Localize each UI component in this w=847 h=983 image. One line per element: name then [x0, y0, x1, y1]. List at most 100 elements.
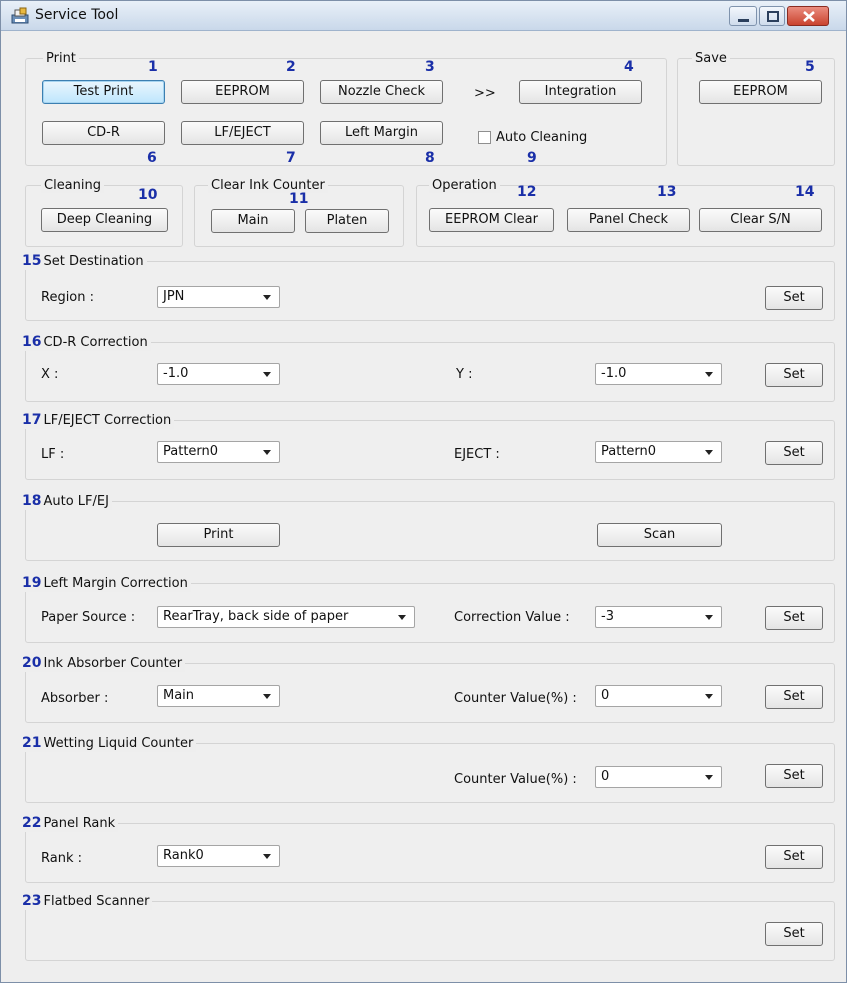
panel-check-button[interactable]: Panel Check [567, 208, 690, 232]
section-title-text: Ink Absorber Counter [43, 656, 183, 671]
set-destination-set-button[interactable]: Set [765, 286, 823, 310]
section-title-text: Wetting Liquid Counter [43, 736, 194, 751]
chevron-down-icon [263, 694, 271, 699]
arrow-label: >> [474, 86, 496, 101]
eeprom-print-button[interactable]: EEPROM [181, 80, 304, 104]
left-margin-correction-set-button[interactable]: Set [765, 606, 823, 630]
maximize-icon [767, 11, 779, 22]
cd-r-button[interactable]: CD-R [42, 121, 165, 145]
number-label: 6 [147, 150, 157, 166]
print-group [25, 58, 667, 166]
auto-lf-ej-print-button[interactable]: Print [157, 523, 280, 547]
wetting-counter-value-label: Counter Value(%) : [454, 772, 577, 787]
lf-eject-correction-title: 17 LF/EJECT Correction [19, 412, 175, 429]
section-title-text: CD-R Correction [43, 335, 148, 350]
panel-rank-title: 22 Panel Rank [19, 815, 119, 832]
cdr-x-label: X : [41, 367, 59, 382]
set-destination-title: 15 Set Destination [19, 253, 147, 270]
auto-lf-ej-scan-button[interactable]: Scan [597, 523, 722, 547]
lf-select-value: Pattern0 [163, 444, 219, 459]
rank-select[interactable]: Rank0 [157, 845, 280, 867]
integration-button[interactable]: Integration [519, 80, 642, 104]
deep-cleaning-button[interactable]: Deep Cleaning [41, 208, 168, 232]
clear-sn-button[interactable]: Clear S/N [699, 208, 822, 232]
lf-label: LF : [41, 447, 65, 462]
ink-absorber-set-button[interactable]: Set [765, 685, 823, 709]
paper-source-select-value: RearTray, back side of paper [163, 609, 349, 624]
set-destination-group [25, 261, 835, 321]
section-number: 23 [22, 893, 42, 909]
clear-ink-main-button[interactable]: Main [211, 209, 295, 233]
minimize-icon [738, 19, 749, 22]
number-label: 3 [425, 59, 435, 75]
section-title-text: Panel Rank [43, 816, 116, 831]
number-label: 4 [624, 59, 634, 75]
section-number: 19 [22, 575, 42, 591]
maximize-button[interactable] [759, 6, 785, 26]
section-number: 18 [22, 493, 42, 509]
title-bar: Service Tool [1, 1, 846, 31]
cdr-correction-set-button[interactable]: Set [765, 363, 823, 387]
number-label: 12 [517, 184, 537, 200]
section-number: 16 [22, 334, 42, 350]
flatbed-scanner-set-button[interactable]: Set [765, 922, 823, 946]
lf-eject-button[interactable]: LF/EJECT [181, 121, 304, 145]
number-label: 8 [425, 150, 435, 166]
test-print-button[interactable]: Test Print [42, 80, 165, 104]
absorber-select[interactable]: Main [157, 685, 280, 707]
absorber-label: Absorber : [41, 691, 109, 706]
operation-group-title: Operation [429, 178, 500, 193]
absorber-counter-value-label: Counter Value(%) : [454, 691, 577, 706]
nozzle-check-button[interactable]: Nozzle Check [320, 80, 443, 104]
auto-cleaning-label: Auto Cleaning [496, 130, 588, 145]
close-icon [803, 11, 815, 22]
absorber-counter-value-select-value: 0 [601, 688, 610, 703]
service-tool-window: Service Tool Print 1 2 3 4 Test Print EE… [0, 0, 847, 983]
auto-lf-ej-title: 18 Auto LF/EJ [19, 493, 112, 510]
chevron-down-icon [705, 615, 713, 620]
lf-eject-correction-set-button[interactable]: Set [765, 441, 823, 465]
absorber-counter-value-select[interactable]: 0 [595, 685, 722, 707]
eeprom-clear-button[interactable]: EEPROM Clear [429, 208, 554, 232]
chevron-down-icon [398, 615, 406, 620]
cdr-y-select[interactable]: -1.0 [595, 363, 722, 385]
number-label: 11 [289, 191, 309, 207]
number-label: 10 [138, 187, 158, 203]
save-eeprom-button[interactable]: EEPROM [699, 80, 822, 104]
number-label: 2 [286, 59, 296, 75]
cleaning-group-title: Cleaning [41, 178, 104, 193]
section-title-text: Auto LF/EJ [43, 494, 109, 509]
section-number: 20 [22, 655, 42, 671]
chevron-down-icon [705, 450, 713, 455]
region-select-value: JPN [163, 289, 185, 304]
region-select[interactable]: JPN [157, 286, 280, 308]
correction-value-select[interactable]: -3 [595, 606, 722, 628]
wetting-counter-value-select[interactable]: 0 [595, 766, 722, 788]
minimize-button[interactable] [729, 6, 757, 26]
auto-cleaning-checkbox[interactable] [478, 131, 491, 144]
eject-select-value: Pattern0 [601, 444, 657, 459]
panel-rank-group [25, 823, 835, 883]
eject-select[interactable]: Pattern0 [595, 441, 722, 463]
chevron-down-icon [263, 450, 271, 455]
number-label: 13 [657, 184, 677, 200]
panel-rank-set-button[interactable]: Set [765, 845, 823, 869]
clear-ink-platen-button[interactable]: Platen [305, 209, 389, 233]
cdr-x-select[interactable]: -1.0 [157, 363, 280, 385]
wetting-liquid-set-button[interactable]: Set [765, 764, 823, 788]
chevron-down-icon [705, 694, 713, 699]
close-button[interactable] [787, 6, 829, 26]
left-margin-button[interactable]: Left Margin [320, 121, 443, 145]
number-label: 5 [805, 59, 815, 75]
paper-source-select[interactable]: RearTray, back side of paper [157, 606, 415, 628]
cdr-correction-title: 16 CD-R Correction [19, 334, 151, 351]
lf-select[interactable]: Pattern0 [157, 441, 280, 463]
clear-ink-counter-title: Clear Ink Counter [208, 178, 328, 193]
absorber-select-value: Main [163, 688, 195, 703]
section-number: 17 [22, 412, 42, 428]
section-number: 21 [22, 735, 42, 751]
save-group-title: Save [692, 51, 730, 66]
ink-absorber-counter-title: 20 Ink Absorber Counter [19, 655, 186, 672]
chevron-down-icon [705, 372, 713, 377]
chevron-down-icon [263, 295, 271, 300]
